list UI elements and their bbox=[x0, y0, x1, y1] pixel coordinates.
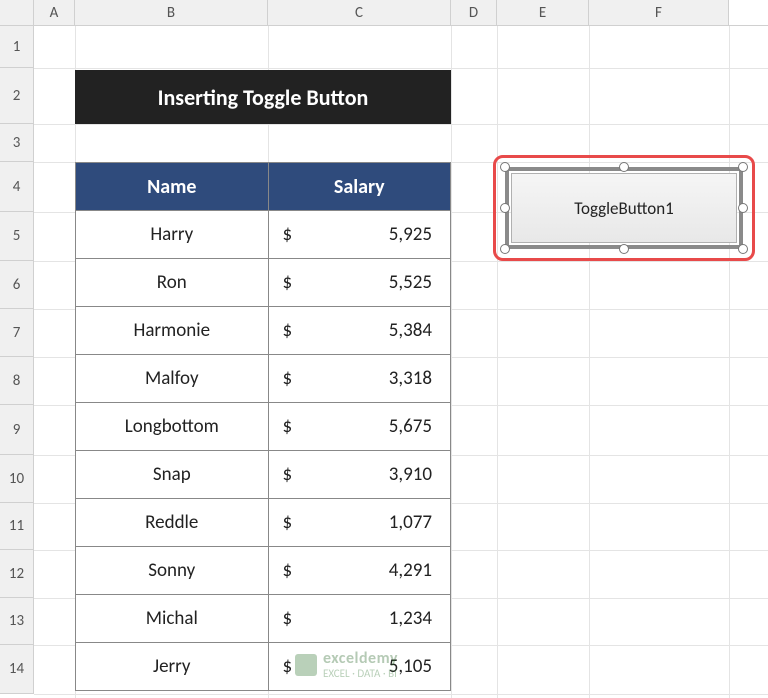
resize-handle-middle-left[interactable] bbox=[500, 203, 510, 213]
row-header-12[interactable]: 12 bbox=[0, 550, 34, 598]
table-row: Michal$1,234 bbox=[76, 595, 451, 643]
resize-handle-bottom-right[interactable] bbox=[738, 244, 748, 254]
resize-handle-bottom-left[interactable] bbox=[500, 244, 510, 254]
currency-symbol: $ bbox=[283, 271, 293, 294]
header-salary[interactable]: Salary bbox=[268, 163, 450, 211]
currency-symbol: $ bbox=[283, 511, 293, 534]
cell-salary[interactable]: $5,925 bbox=[268, 211, 450, 259]
data-table: Name Salary Harry$5,925Ron$5,525Harmonie… bbox=[75, 162, 451, 691]
col-header-F[interactable]: F bbox=[589, 0, 729, 25]
currency-symbol: $ bbox=[283, 607, 293, 630]
cell-name[interactable]: Michal bbox=[76, 595, 269, 643]
row-header-13[interactable]: 13 bbox=[0, 598, 34, 645]
row-header-1[interactable]: 1 bbox=[0, 26, 34, 68]
table-row: Jerry$5,105 bbox=[76, 643, 451, 691]
row-header-7[interactable]: 7 bbox=[0, 309, 34, 357]
row-header-11[interactable]: 11 bbox=[0, 503, 34, 550]
col-header-C[interactable]: C bbox=[268, 0, 451, 25]
currency-symbol: $ bbox=[283, 223, 293, 246]
cell-salary[interactable]: $3,910 bbox=[268, 451, 450, 499]
currency-symbol: $ bbox=[283, 463, 293, 486]
col-header-E[interactable]: E bbox=[497, 0, 589, 25]
cell-name[interactable]: Malfoy bbox=[76, 355, 269, 403]
column-headers: A B C D E F bbox=[0, 0, 768, 26]
toggle-button-selection: ToggleButton1 bbox=[501, 163, 747, 253]
cell-name[interactable]: Harmonie bbox=[76, 307, 269, 355]
currency-symbol: $ bbox=[283, 319, 293, 342]
row-header-10[interactable]: 10 bbox=[0, 455, 34, 503]
row-header-9[interactable]: 9 bbox=[0, 405, 34, 455]
row-header-2[interactable]: 2 bbox=[0, 68, 34, 124]
resize-handle-bottom-middle[interactable] bbox=[619, 244, 629, 254]
resize-handle-top-right[interactable] bbox=[738, 162, 748, 172]
col-header-A[interactable]: A bbox=[34, 0, 75, 25]
table-row: Ron$5,525 bbox=[76, 259, 451, 307]
cell-salary[interactable]: $1,077 bbox=[268, 499, 450, 547]
table-row: Harmonie$5,384 bbox=[76, 307, 451, 355]
currency-symbol: $ bbox=[283, 367, 293, 390]
table-row: Malfoy$3,318 bbox=[76, 355, 451, 403]
resize-handle-middle-right[interactable] bbox=[738, 203, 748, 213]
table-row: Longbottom$5,675 bbox=[76, 403, 451, 451]
toggle-button-highlight: ToggleButton1 bbox=[493, 155, 755, 261]
resize-handle-top-middle[interactable] bbox=[619, 162, 629, 172]
row-header-6[interactable]: 6 bbox=[0, 261, 34, 309]
cell-name[interactable]: Harry bbox=[76, 211, 269, 259]
row-header-14[interactable]: 14 bbox=[0, 645, 34, 694]
cell-salary[interactable]: $5,525 bbox=[268, 259, 450, 307]
table-row: Harry$5,925 bbox=[76, 211, 451, 259]
cell-name[interactable]: Reddle bbox=[76, 499, 269, 547]
header-name[interactable]: Name bbox=[76, 163, 269, 211]
resize-handle-top-left[interactable] bbox=[500, 162, 510, 172]
table-row: Sonny$4,291 bbox=[76, 547, 451, 595]
cell-salary[interactable]: $3,318 bbox=[268, 355, 450, 403]
cell-name[interactable]: Ron bbox=[76, 259, 269, 307]
select-all-corner[interactable] bbox=[0, 0, 34, 25]
row-header-4[interactable]: 4 bbox=[0, 162, 34, 212]
cell-salary[interactable]: $5,384 bbox=[268, 307, 450, 355]
currency-symbol: $ bbox=[283, 415, 293, 438]
cell-salary[interactable]: $1,234 bbox=[268, 595, 450, 643]
toggle-button[interactable]: ToggleButton1 bbox=[511, 173, 737, 243]
cell-name[interactable]: Longbottom bbox=[76, 403, 269, 451]
cell-name[interactable]: Sonny bbox=[76, 547, 269, 595]
table-row: Snap$3,910 bbox=[76, 451, 451, 499]
col-header-B[interactable]: B bbox=[75, 0, 268, 25]
title-cell[interactable]: Inserting Toggle Button bbox=[75, 70, 451, 124]
cell-salary[interactable]: $5,105 bbox=[268, 643, 450, 691]
spreadsheet-grid: A B C D E F 1234567891011121314 Insertin… bbox=[0, 0, 768, 698]
row-header-8[interactable]: 8 bbox=[0, 357, 34, 405]
cell-salary[interactable]: $5,675 bbox=[268, 403, 450, 451]
cell-name[interactable]: Snap bbox=[76, 451, 269, 499]
row-headers: 1234567891011121314 bbox=[0, 26, 34, 694]
row-header-3[interactable]: 3 bbox=[0, 124, 34, 162]
table-row: Reddle$1,077 bbox=[76, 499, 451, 547]
row-header-5[interactable]: 5 bbox=[0, 212, 34, 261]
col-header-D[interactable]: D bbox=[451, 0, 497, 25]
cell-salary[interactable]: $4,291 bbox=[268, 547, 450, 595]
table-header-row: Name Salary bbox=[76, 163, 451, 211]
currency-symbol: $ bbox=[283, 559, 293, 582]
currency-symbol: $ bbox=[283, 655, 293, 678]
cell-name[interactable]: Jerry bbox=[76, 643, 269, 691]
